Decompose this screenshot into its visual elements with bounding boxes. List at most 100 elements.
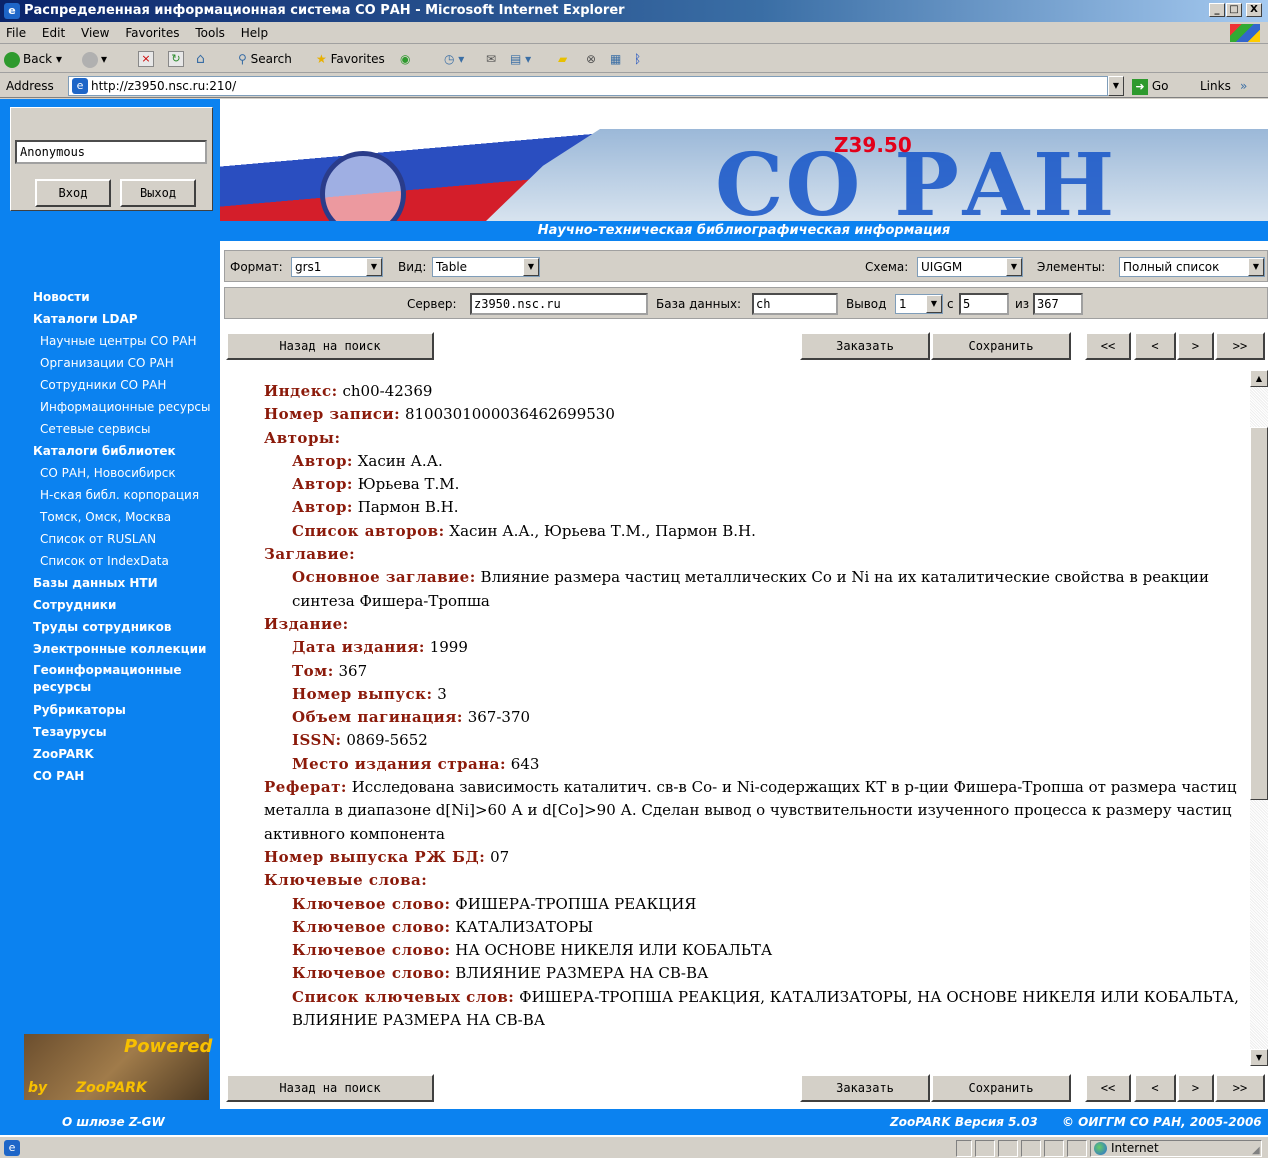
format-select[interactable]: grs1 ▼ [291,257,383,277]
z3950-badge: Z39.50 [834,133,912,157]
logout-button[interactable]: Выход [120,179,196,207]
elements-label: Элементы: [1037,260,1106,274]
nav-nti-databases[interactable]: Базы данных НТИ [33,572,218,594]
of-label: из [1015,297,1030,311]
nav-library-catalogs[interactable]: Каталоги библиотек [33,440,218,462]
close-button[interactable]: X [1246,3,1262,17]
stop-icon[interactable]: × [138,51,154,67]
media-icon[interactable]: ◉ [400,48,410,70]
maximize-button[interactable]: □ [1226,3,1242,17]
output-select[interactable]: 1 ▼ [895,294,943,314]
history-icon[interactable]: ◷ ▾ [444,48,464,70]
scroll-up-icon[interactable]: ▲ [1250,370,1268,387]
scroll-down-icon[interactable]: ▼ [1250,1049,1268,1066]
nav-staff-works[interactable]: Труды сотрудников [33,616,218,638]
window-title-bar[interactable]: e Распределенная информационная система … [0,0,1268,22]
links-button[interactable]: Links [1200,76,1231,96]
menu-view[interactable]: View [75,22,115,44]
powered-by-zoopark-logo[interactable]: Powered by ZooPARK [24,1034,212,1100]
first-page-button[interactable]: << [1085,332,1131,360]
menu-file[interactable]: File [0,22,32,44]
last-page-button[interactable]: >> [1215,332,1265,360]
place-row: Место издания страна: 643 [292,754,540,773]
about-gateway-link[interactable]: О шлюзе Z-GW [62,1109,165,1135]
address-input[interactable]: e http://z3950.nsc.ru:210/ [68,76,1108,96]
go-button[interactable]: ➜ Go [1132,76,1168,96]
nav-library-corporation[interactable]: Н-ская библ. корпорация [33,484,218,506]
order-button-bottom[interactable]: Заказать [800,1074,930,1102]
nav-ruslan-list[interactable]: Список от RUSLAN [33,528,218,550]
folder-icon[interactable]: ▰ [558,48,567,70]
nav-network-services[interactable]: Сетевые сервисы [33,418,218,440]
save-button-bottom[interactable]: Сохранить [931,1074,1071,1102]
server-input[interactable]: z3950.nsc.ru [470,293,648,315]
view-select[interactable]: Table ▼ [432,257,540,277]
sidebar-nav: Новости Каталоги LDAP Научные центры СО … [33,286,218,787]
username-input[interactable]: Anonymous [15,140,207,164]
nav-indexdata-list[interactable]: Список от IndexData [33,550,218,572]
nav-zoopark[interactable]: ZooPARK [33,743,218,765]
search-icon: ⚲ [238,52,247,66]
schema-label: Схема: [865,260,909,274]
menu-edit[interactable]: Edit [36,22,71,44]
messenger-icon[interactable]: ▦ [610,48,621,70]
refresh-icon[interactable]: ↻ [168,51,184,67]
forward-button[interactable]: ▾ [82,48,107,70]
content-scrollbar[interactable]: ▲ ▼ [1250,370,1268,1066]
menu-favorites[interactable]: Favorites [119,22,185,44]
nav-electronic-collections[interactable]: Электронные коллекции [33,638,218,660]
schema-select[interactable]: UIGGM ▼ [917,257,1023,277]
nav-info-resources[interactable]: Информационные ресурсы [33,396,218,418]
favorites-button[interactable]: ★ Favorites [316,48,385,70]
menu-help[interactable]: Help [235,22,274,44]
elements-select[interactable]: Полный список ▼ [1119,257,1265,277]
nav-rubricators[interactable]: Рубрикаторы [33,699,218,721]
from-input[interactable]: 5 [959,293,1009,315]
next-page-button-bottom[interactable]: > [1177,1074,1214,1102]
prev-page-button-bottom[interactable]: < [1134,1074,1176,1102]
order-button[interactable]: Заказать [800,332,930,360]
nav-thesauri[interactable]: Тезаурусы [33,721,218,743]
back-to-search-button-bottom[interactable]: Назад на поиск [226,1074,434,1102]
nav-tomsk-omsk-moscow[interactable]: Томск, Омск, Москва [33,506,218,528]
address-dropdown-icon[interactable]: ▼ [1108,76,1124,96]
of-input[interactable]: 367 [1033,293,1083,315]
minimize-button[interactable]: _ [1209,3,1225,17]
site-banner: СО РАН Z39.50 [220,129,1268,237]
first-page-button-bottom[interactable]: << [1085,1074,1131,1102]
chevron-down-icon: ▼ [1248,258,1264,276]
nav-ldap-catalogs[interactable]: Каталоги LDAP [33,308,218,330]
home-icon[interactable]: ⌂ [196,48,205,70]
next-page-button[interactable]: > [1177,332,1214,360]
prev-page-button[interactable]: < [1134,332,1176,360]
record-content: Индекс: ch00-42369 Номер записи: 8100301… [228,362,1250,1066]
nav-organizations[interactable]: Организации СО РАН [33,352,218,374]
edit-icon[interactable]: ▤ ▾ [510,48,531,70]
login-button[interactable]: Вход [35,179,111,207]
nav-sb-ras[interactable]: СО РАН [33,765,218,787]
scroll-thumb[interactable] [1250,427,1268,800]
nav-science-centers[interactable]: Научные центры СО РАН [33,330,218,352]
database-input[interactable]: ch [752,293,838,315]
chevron-right-icon[interactable]: » [1240,76,1247,96]
nav-staff-sb-ras[interactable]: Сотрудники СО РАН [33,374,218,396]
chevron-down-icon: ▼ [1006,258,1022,276]
last-page-button-bottom[interactable]: >> [1215,1074,1265,1102]
nav-sb-ras-novosibirsk[interactable]: СО РАН, Новосибирск [33,462,218,484]
nav-geoinformation[interactable]: Геоинформационные ресурсы [33,660,218,699]
menu-tools[interactable]: Tools [189,22,231,44]
keywords-list: Список ключевых слов: ФИШЕРА-ТРОПША РЕАК… [292,987,1239,1030]
nav-news[interactable]: Новости [33,286,218,308]
status-cell [998,1140,1018,1157]
mail-icon[interactable]: ✉ [486,48,496,70]
bluetooth-icon[interactable]: ᛒ [634,48,641,70]
search-button[interactable]: ⚲ Search [238,48,292,70]
back-to-search-button[interactable]: Назад на поиск [226,332,434,360]
resize-grip-icon[interactable]: ◢ [1252,1145,1260,1156]
author-row: Автор: Юрьева Т.М. [292,475,460,494]
tool-icon[interactable]: ⊗ [586,48,596,70]
back-button[interactable]: Back ▾ [4,48,62,70]
save-button[interactable]: Сохранить [931,332,1071,360]
issue-row: Номер выпуск: 3 [292,684,447,703]
nav-staff[interactable]: Сотрудники [33,594,218,616]
